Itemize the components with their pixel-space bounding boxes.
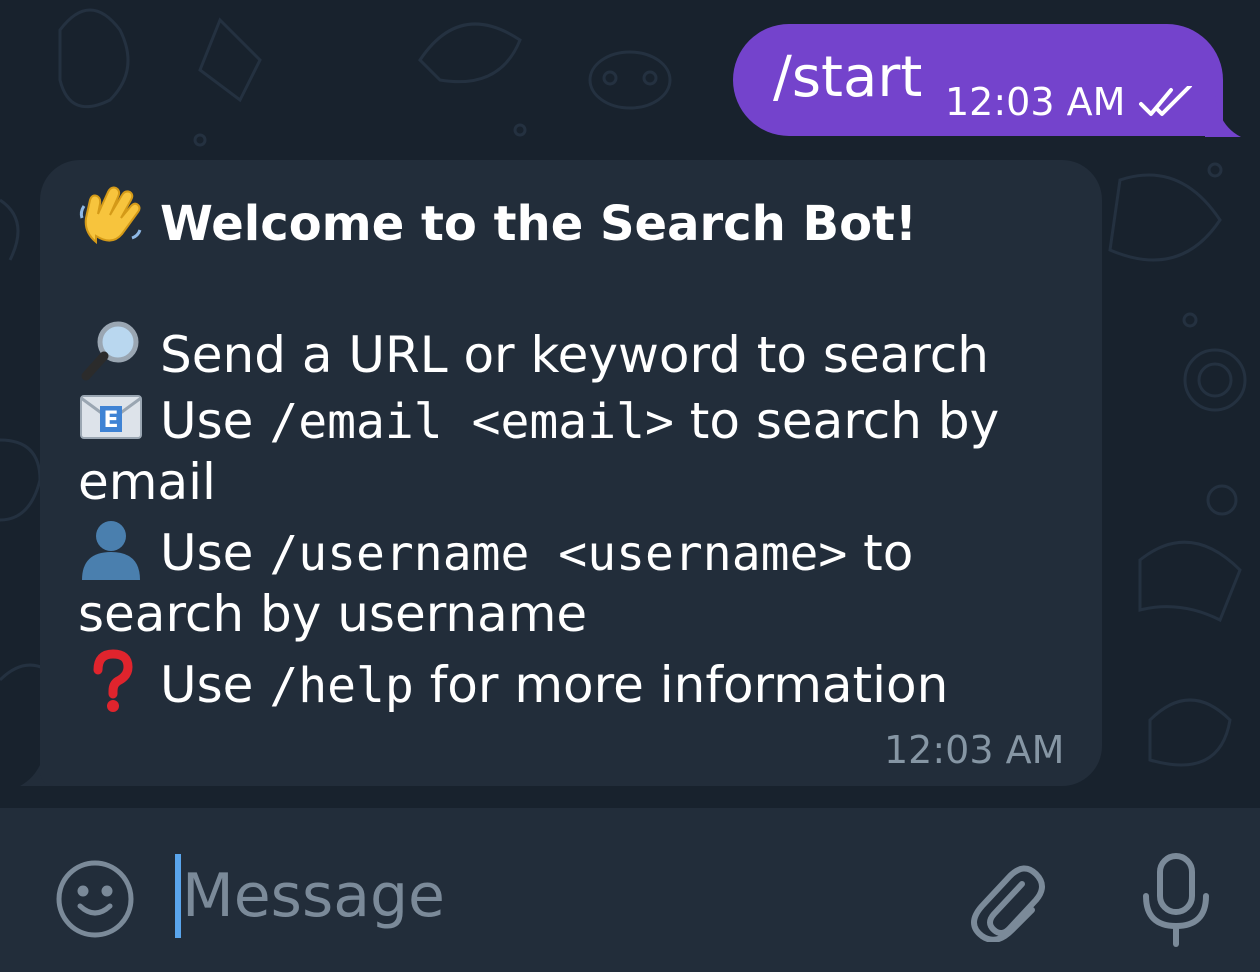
incoming-message-time: 12:03 AM (884, 728, 1065, 772)
svg-text:E: E (103, 408, 118, 433)
waving-hand-icon (79, 186, 142, 245)
message-line-email-cont-text: email (78, 453, 216, 511)
message-line-username-pre: Use (160, 524, 270, 582)
email-command-code[interactable]: /email <email> (269, 394, 674, 450)
message-line-help-post: for more information (413, 656, 949, 714)
message-line-url: Send a URL or keyword to search (78, 318, 989, 387)
telegram-chat-screen: /start 12:03 AM Welcome to the Search Bo… (0, 0, 1260, 972)
red-question-icon (93, 649, 133, 712)
smiley-icon[interactable] (54, 858, 136, 940)
text-caret (175, 854, 181, 938)
message-line-username: Use /username <username> to (78, 516, 913, 586)
outgoing-message-time: 12:03 AM (945, 80, 1126, 124)
message-line-help: Use /help for more information (78, 648, 948, 718)
message-input[interactable] (182, 856, 882, 936)
help-command-code[interactable]: /help (269, 658, 414, 714)
outgoing-message-text: /start (773, 45, 923, 110)
chat-area[interactable]: /start 12:03 AM Welcome to the Search Bo… (0, 0, 1260, 808)
message-line-email-post: to search by (673, 392, 1000, 450)
envelope-icon: E (80, 395, 142, 439)
magnifier-icon (81, 321, 139, 381)
message-line-url-text: Send a URL or keyword to search (160, 326, 989, 384)
message-line-email-cont: email (78, 450, 216, 514)
user-silhouette-icon (82, 521, 140, 580)
message-input-bar (0, 808, 1260, 972)
message-line-username-cont: search by username (78, 582, 587, 646)
incoming-message-bubble[interactable]: Welcome to the Search Bot! Send a URL or… (40, 160, 1102, 786)
message-line-username-post: to (847, 524, 914, 582)
message-line-username-cont-text: search by username (78, 585, 588, 643)
double-check-icon (1139, 86, 1192, 116)
outgoing-bubble-tail (1205, 96, 1241, 137)
username-command-code[interactable]: /username <username> (269, 526, 847, 582)
message-line-help-pre: Use (160, 656, 270, 714)
message-title: Welcome to the Search Bot! (160, 196, 917, 252)
paperclip-icon[interactable] (970, 860, 1048, 942)
message-title-line: Welcome to the Search Bot! (78, 186, 917, 256)
message-line-email-pre: Use (160, 392, 270, 450)
microphone-icon[interactable] (1140, 852, 1212, 948)
message-line-email: E Use /email <email> to search by (78, 384, 999, 454)
outgoing-message-bubble[interactable]: /start 12:03 AM (733, 24, 1223, 136)
